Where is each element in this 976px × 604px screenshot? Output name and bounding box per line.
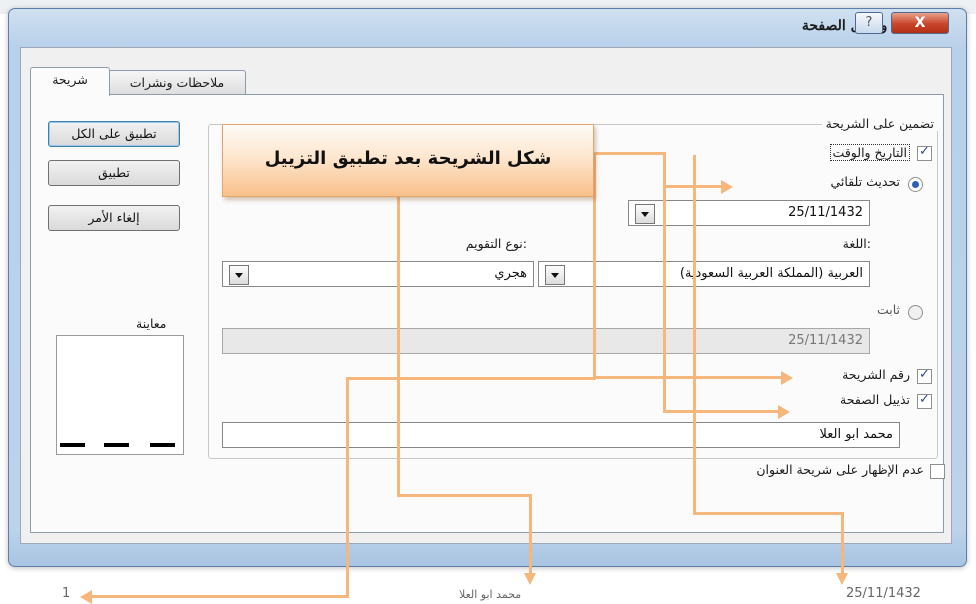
callout-line bbox=[693, 512, 843, 515]
callout-line bbox=[593, 152, 663, 155]
callout-line bbox=[397, 494, 530, 497]
calendar-dropdown-button[interactable] bbox=[229, 265, 249, 285]
preview-number-bar bbox=[150, 443, 175, 447]
footer-label: تذييل الصفحة bbox=[840, 392, 910, 407]
calendar-type-value: هجري bbox=[494, 266, 527, 281]
callout-arrowhead bbox=[524, 573, 536, 585]
preview-label: معاينة bbox=[136, 316, 167, 331]
preview-date-bar bbox=[60, 443, 85, 447]
preview-box bbox=[56, 335, 184, 455]
preview-footer-bar bbox=[104, 443, 129, 447]
fixed-date-value: 25/11/1432 bbox=[788, 333, 863, 348]
annotation-callout: شكل الشريحة بعد تطبيق التزييل bbox=[222, 124, 594, 197]
apply-button[interactable]: تطبيق bbox=[48, 160, 180, 186]
date-time-label[interactable]: التاريخ والوقت bbox=[829, 144, 910, 161]
language-select[interactable]: العربية (المملكة العربية السعودية) bbox=[538, 261, 870, 287]
close-button[interactable]: X bbox=[891, 12, 949, 34]
callout-arrowhead bbox=[721, 180, 733, 194]
calendar-type-label: نوع التقويم: bbox=[465, 236, 527, 251]
tab-slide[interactable]: شريحة bbox=[30, 67, 110, 96]
fixed-date-field[interactable]: 25/11/1432 bbox=[222, 328, 870, 354]
callout-line bbox=[397, 195, 400, 495]
callout-line bbox=[92, 595, 349, 598]
footer-checkbox[interactable] bbox=[917, 392, 932, 409]
tab-notes-handouts[interactable]: ملاحظات ونشرات bbox=[108, 70, 246, 95]
fixed-label: ثابت bbox=[876, 302, 900, 317]
calendar-type-select[interactable]: هجري bbox=[222, 261, 534, 287]
cancel-button[interactable]: إلغاء الأمر bbox=[48, 205, 180, 231]
callout-arrowhead bbox=[781, 371, 793, 385]
dont-show-title-label: عدم الإظهار على شريحة العنوان bbox=[756, 462, 924, 477]
callout-line bbox=[693, 155, 696, 513]
include-on-slide-legend: تضمين على الشريحة bbox=[821, 116, 938, 131]
callout-line bbox=[663, 410, 780, 413]
callout-line bbox=[593, 376, 783, 379]
language-value: العربية (المملكة العربية السعودية) bbox=[679, 266, 863, 281]
auto-update-date-value: 25/11/1432 bbox=[788, 205, 863, 220]
callout-arrowhead bbox=[80, 590, 92, 604]
callout-line bbox=[663, 152, 666, 187]
callout-line bbox=[346, 377, 349, 597]
slide-number-label: رقم الشريحة bbox=[842, 367, 910, 382]
callout-arrowhead bbox=[836, 573, 848, 585]
footer-text-value: محمد ابو العلا bbox=[819, 427, 893, 442]
callout-line bbox=[841, 512, 844, 577]
language-dropdown-button[interactable] bbox=[545, 265, 565, 285]
slide-page-number: 1 bbox=[62, 586, 71, 601]
slide-date-text: 25/11/1432 bbox=[846, 586, 921, 601]
date-time-checkbox[interactable] bbox=[917, 144, 932, 161]
date-dropdown-button[interactable] bbox=[635, 204, 655, 224]
auto-update-radio[interactable] bbox=[908, 177, 923, 192]
slide-number-checkbox[interactable] bbox=[917, 367, 932, 384]
dont-show-title-checkbox[interactable] bbox=[930, 464, 945, 479]
help-button[interactable]: ? bbox=[855, 12, 883, 34]
callout-line bbox=[529, 494, 532, 577]
callout-line bbox=[663, 187, 666, 412]
callout-line bbox=[346, 377, 596, 380]
fixed-radio[interactable] bbox=[908, 305, 923, 320]
language-label: اللغة: bbox=[842, 236, 871, 251]
slide-footer-text: محمد ابو العلا bbox=[459, 588, 522, 601]
auto-update-label: تحديث تلقائي bbox=[830, 174, 900, 189]
apply-all-button[interactable]: تطبيق على الكل bbox=[48, 121, 180, 147]
callout-arrowhead bbox=[778, 405, 790, 419]
footer-text-field[interactable]: محمد ابو العلا bbox=[222, 422, 900, 448]
